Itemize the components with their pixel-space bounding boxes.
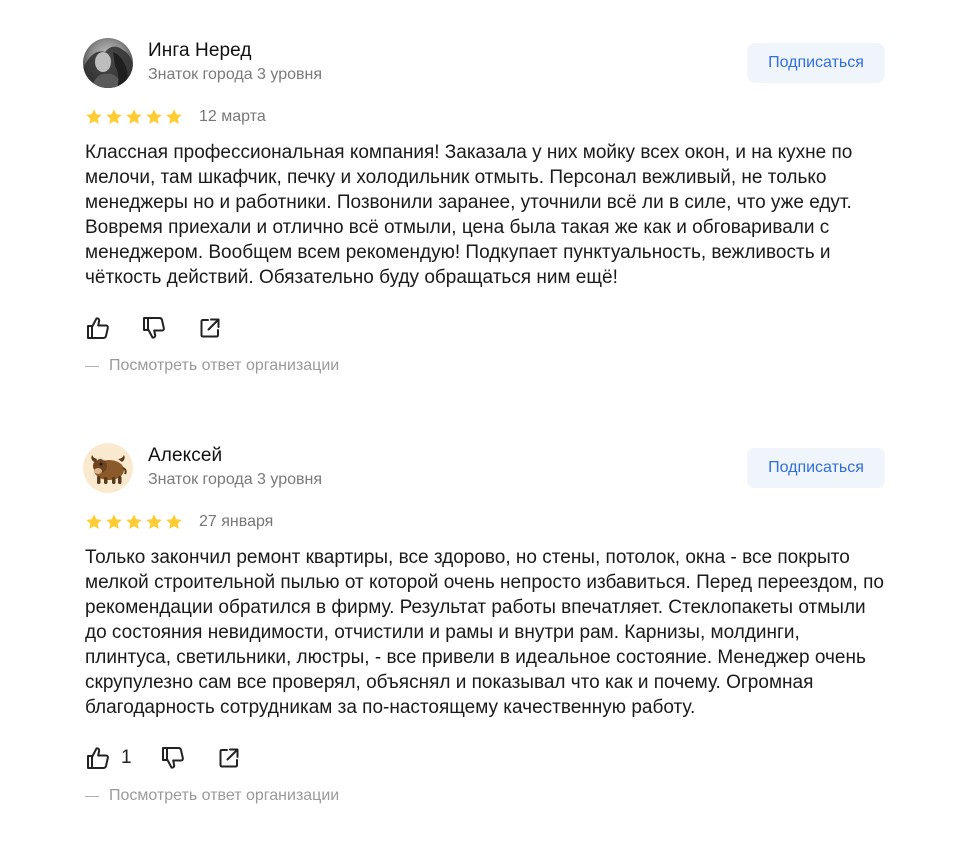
rating-stars (85, 108, 183, 126)
review-text: Только закончил ремонт квартиры, все здо… (85, 547, 884, 718)
share-button[interactable] (198, 316, 222, 340)
author-level: Знаток города 3 уровня (148, 471, 323, 488)
org-reply-link[interactable]: Посмотреть ответ организации (85, 357, 885, 375)
star-icon (126, 514, 142, 529)
avatar[interactable] (83, 443, 133, 493)
like-count: 1 (121, 747, 132, 768)
like-button[interactable] (85, 315, 113, 341)
thumbs-up-icon (87, 317, 109, 339)
share-icon (219, 748, 239, 768)
rating-row: 12 марта (85, 105, 885, 129)
rating-stars (85, 513, 183, 531)
star-icon (166, 109, 182, 124)
review-card: Инга Неред Знаток города 3 уровня Подпис… (83, 36, 885, 375)
star-icon (86, 109, 102, 124)
yak-avatar-icon (83, 443, 133, 493)
thumbs-down-icon (161, 747, 184, 769)
dash-divider (85, 365, 99, 367)
star-icon (106, 109, 122, 124)
review-actions (85, 313, 885, 343)
review-actions: 1 (85, 743, 885, 773)
subscribe-button[interactable]: Подписаться (747, 448, 885, 488)
star-icon (86, 514, 102, 529)
review-text: Классная профессиональная компания! Зака… (85, 142, 853, 288)
org-reply-link[interactable]: Посмотреть ответ организации (85, 787, 885, 805)
org-reply-label: Посмотреть ответ организации (109, 787, 340, 804)
star-icon (146, 109, 162, 124)
rating-row: 27 января (85, 510, 885, 534)
subscribe-button[interactable]: Подписаться (747, 43, 885, 83)
thumbs-down-icon (143, 317, 165, 339)
star-icon (126, 109, 142, 124)
share-icon (200, 318, 220, 338)
like-button[interactable]: 1 (85, 745, 132, 771)
star-icon (106, 514, 122, 529)
dash-divider (85, 795, 99, 797)
user-photo-icon (83, 38, 133, 88)
review-card: Алексей Знаток города 3 уровня Подписать… (83, 441, 885, 805)
avatar[interactable] (83, 38, 133, 88)
thumbs-up-icon (87, 747, 109, 769)
dislike-button[interactable] (160, 745, 186, 771)
author-name[interactable]: Инга Неред (148, 40, 252, 62)
org-reply-label: Посмотреть ответ организации (109, 357, 340, 374)
review-header: Алексей Знаток города 3 уровня Подписать… (83, 441, 885, 497)
review-date: 27 января (199, 513, 274, 530)
review-header: Инга Неред Знаток города 3 уровня Подпис… (83, 36, 885, 92)
star-icon (166, 514, 182, 529)
author-level: Знаток города 3 уровня (148, 66, 323, 83)
star-icon (146, 514, 162, 529)
dislike-button[interactable] (141, 315, 167, 341)
share-button[interactable] (217, 746, 241, 770)
review-date: 12 марта (199, 108, 266, 125)
author-name[interactable]: Алексей (148, 445, 222, 467)
